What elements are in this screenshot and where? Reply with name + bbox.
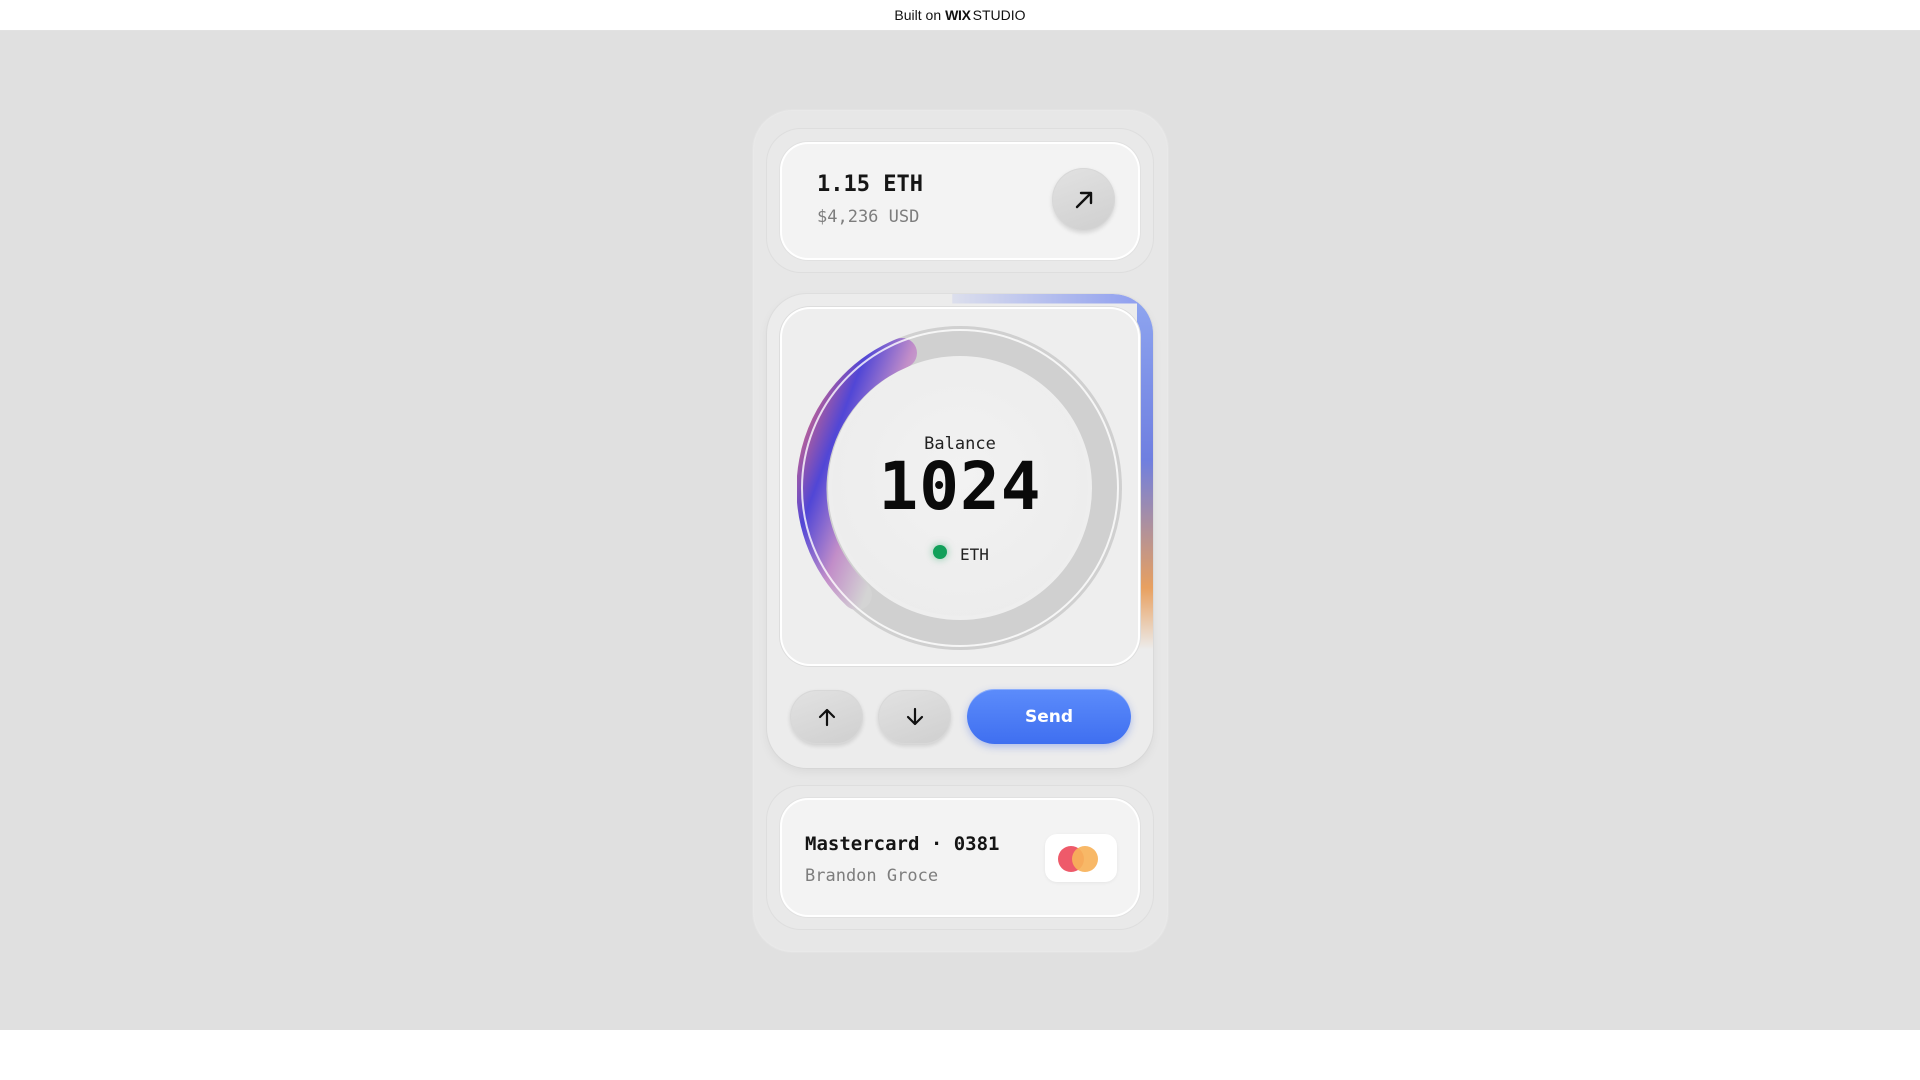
balance-currency: ETH xyxy=(960,545,989,564)
receive-button[interactable] xyxy=(790,690,863,744)
balance-card-glow-edge xyxy=(1137,294,1153,768)
balance-value: 1024 xyxy=(878,448,1042,525)
eth-amount: 1.15 ETH xyxy=(817,172,923,197)
status-dot xyxy=(933,545,947,559)
usd-amount: $4,236 USD xyxy=(817,207,920,227)
payment-card-title: Mastercard · 0381 xyxy=(805,833,1000,855)
page-footer-strip xyxy=(0,1030,1920,1080)
open-account-button[interactable] xyxy=(1052,168,1115,231)
banner-brand-wix: WIX xyxy=(945,7,971,23)
wix-banner[interactable]: Built on WIX STUDIO xyxy=(0,0,1920,31)
send-button[interactable]: Send xyxy=(967,689,1131,744)
banner-prefix: Built on xyxy=(894,7,942,23)
payment-card-holder: Brandon Groce xyxy=(805,866,939,886)
withdraw-button[interactable] xyxy=(878,690,951,744)
mastercard-yellow-circle xyxy=(1072,846,1098,872)
arrow-up-right-icon xyxy=(1075,191,1092,208)
banner-brand-studio: STUDIO xyxy=(972,7,1026,23)
arrow-down-icon xyxy=(906,707,923,726)
mastercard-logo xyxy=(1045,834,1117,882)
arrow-up-icon xyxy=(818,708,835,727)
